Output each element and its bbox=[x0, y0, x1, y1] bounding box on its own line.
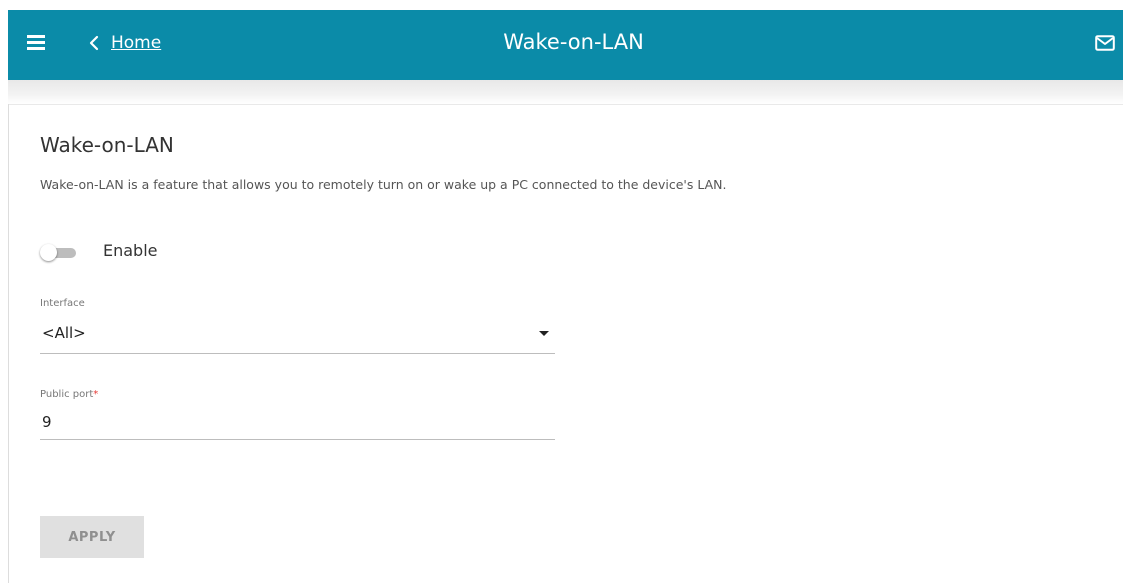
app-window: Home Wake-on-LAN Wake-on-LAN Wake-on-LAN… bbox=[0, 0, 1123, 583]
header-shadow-divider bbox=[8, 80, 1123, 105]
public-port-input[interactable] bbox=[40, 409, 544, 435]
back-chevron-icon[interactable] bbox=[88, 35, 100, 51]
required-mark: * bbox=[93, 389, 99, 400]
content-left-border bbox=[8, 104, 9, 583]
home-link[interactable]: Home bbox=[111, 33, 161, 53]
page-title: Wake-on-LAN bbox=[40, 133, 174, 157]
public-port-label: Public port* bbox=[40, 389, 98, 400]
caret-down-icon bbox=[539, 331, 549, 336]
interface-select-value: <All> bbox=[42, 324, 86, 342]
interface-select[interactable]: <All> bbox=[40, 318, 555, 354]
toggle-knob bbox=[40, 244, 57, 261]
public-port-label-text: Public port bbox=[40, 389, 94, 400]
top-bar: Home Wake-on-LAN bbox=[8, 10, 1123, 80]
enable-label: Enable bbox=[103, 241, 158, 260]
page-description: Wake-on-LAN is a feature that allows you… bbox=[40, 177, 727, 192]
public-port-field bbox=[40, 405, 555, 440]
interface-label: Interface bbox=[40, 298, 85, 309]
apply-button[interactable]: APPLY bbox=[40, 516, 144, 558]
menu-icon[interactable] bbox=[27, 35, 45, 50]
mail-icon[interactable] bbox=[1095, 35, 1115, 51]
enable-toggle[interactable] bbox=[40, 244, 82, 262]
page-header-title: Wake-on-LAN bbox=[503, 30, 644, 54]
